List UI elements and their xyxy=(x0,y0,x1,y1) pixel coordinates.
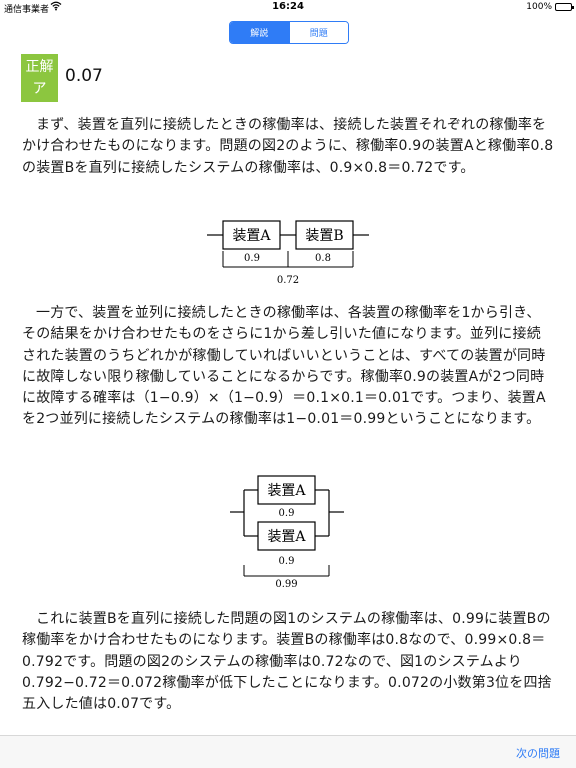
badge-choice: ア xyxy=(32,81,47,97)
clock: 16:24 xyxy=(272,1,304,12)
parallel-rate-top: 0.9 xyxy=(279,508,295,519)
parallel-rate-bottom: 0.9 xyxy=(279,556,295,567)
series-total: 0.72 xyxy=(277,275,299,286)
parallel-box-bottom-label: 装置A xyxy=(267,529,306,545)
parallel-total: 0.99 xyxy=(275,579,297,590)
battery-percent: 100% xyxy=(526,2,552,12)
series-box-a-label: 装置A xyxy=(232,228,271,244)
answer-value: 0.07 xyxy=(65,66,103,86)
series-rate-a: 0.9 xyxy=(244,253,260,264)
series-diagram: 装置A 装置B 0.9 0.8 0.72 xyxy=(207,220,369,286)
series-rate-b: 0.8 xyxy=(315,253,331,264)
parallel-diagram: 装置A 装置A 0.9 0.9 0.99 xyxy=(230,475,344,590)
tab-question[interactable]: 問題 xyxy=(288,22,348,43)
parallel-box-top-label: 装置A xyxy=(267,483,306,499)
correct-answer-badge: 正解 ア xyxy=(21,54,58,102)
next-question-button[interactable]: 次の問題 xyxy=(516,745,560,761)
explanation-paragraph-1: まず、装置を直列に接続したときの稼働率は、接続した装置それぞれの稼働率をかけ合わ… xyxy=(22,117,554,176)
explanation-paragraph-2: 一方で、装置を並列に接続したときの稼働率は、各装置の稼働率を1から引き、その結果… xyxy=(22,305,546,428)
explanation-paragraph-3: これに装置Bを直列に接続した問題の図1のシステムの稼働率は、0.99に装置Bの稼… xyxy=(22,611,552,713)
series-box-b-label: 装置B xyxy=(305,228,343,244)
battery-icon xyxy=(555,3,574,11)
view-segmented-control: 解説 問題 xyxy=(229,21,349,44)
bottom-toolbar: 次の問題 xyxy=(0,735,576,768)
tab-explanation[interactable]: 解説 xyxy=(230,22,289,43)
badge-label: 正解 xyxy=(25,59,54,75)
status-bar: 通信事業者 16:24 100% xyxy=(0,0,576,16)
